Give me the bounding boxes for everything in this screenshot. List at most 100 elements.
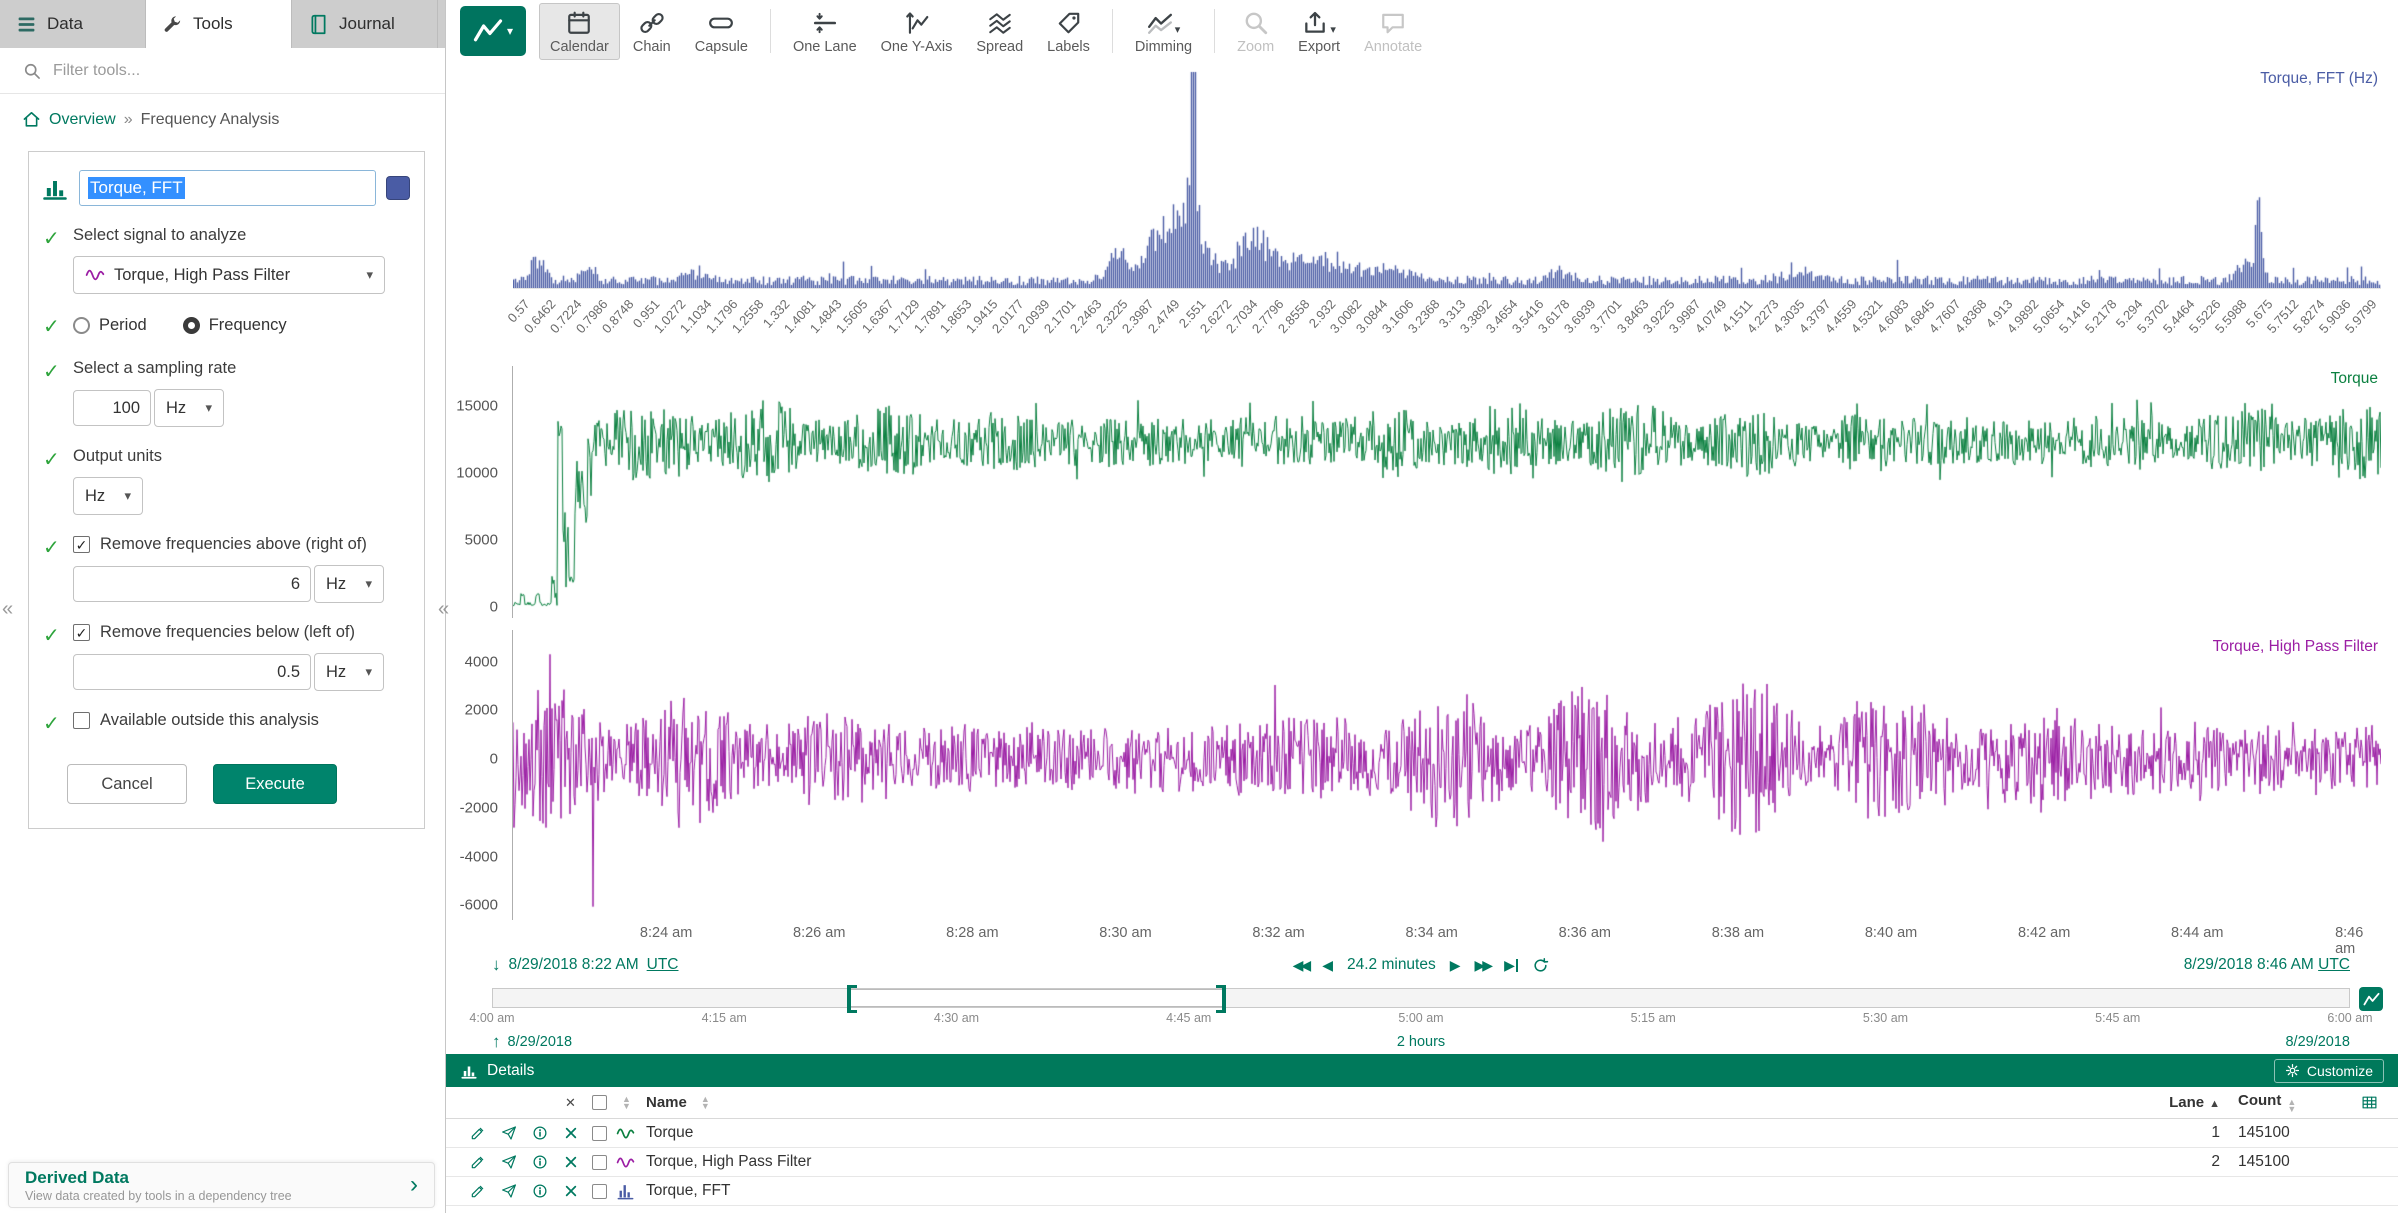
toolbar-spread-button[interactable]: Spread: [965, 3, 1034, 60]
result-name-input[interactable]: Torque, FFT: [79, 170, 376, 206]
step-back-much-icon[interactable]: ◀◀: [1293, 957, 1309, 974]
remove-below-input[interactable]: [73, 654, 311, 690]
execute-button[interactable]: Execute: [213, 764, 337, 804]
range-start-timezone[interactable]: UTC: [647, 956, 679, 974]
toolbar-labels-button[interactable]: Labels: [1036, 3, 1101, 60]
collapse-left-edge-handle[interactable]: «: [2, 598, 13, 621]
step-back-icon[interactable]: ◀: [1322, 957, 1333, 974]
scrubber-end-date[interactable]: 8/29/2018: [1445, 1034, 2350, 1050]
row-checkbox[interactable]: [586, 1184, 612, 1199]
checkbox-unchecked-icon: [592, 1126, 607, 1141]
step-to-end-icon[interactable]: ▶: [1504, 957, 1518, 974]
toolbar-one-y-axis-button[interactable]: One Y-Axis: [870, 3, 964, 60]
range-start-date[interactable]: 8/29/2018 8:22 AM: [509, 956, 639, 974]
edit-icon[interactable]: [462, 1125, 493, 1141]
toolbar-calendar-button[interactable]: Calendar: [539, 3, 620, 60]
arrow-up-icon[interactable]: ↑: [492, 1032, 501, 1052]
row-name[interactable]: Torque, High Pass Filter: [646, 1153, 2160, 1171]
range-end-timezone[interactable]: UTC: [2318, 956, 2350, 974]
refresh-icon[interactable]: [1532, 957, 1549, 974]
arrow-down-icon[interactable]: ↓: [492, 955, 501, 975]
collapse-sidebar-handle[interactable]: «: [438, 598, 449, 621]
row-name[interactable]: Torque: [646, 1124, 2160, 1142]
fft-chart-canvas[interactable]: [513, 62, 2381, 289]
send-icon[interactable]: [493, 1125, 524, 1141]
add-column-button[interactable]: [2340, 1094, 2398, 1111]
lane-column-header[interactable]: Lane▲: [2160, 1094, 2220, 1111]
scrubber-chart-chip-icon[interactable]: [2359, 987, 2383, 1011]
info-icon[interactable]: [524, 1154, 555, 1170]
scrubber-selected-range[interactable]: [849, 989, 1224, 1007]
remove-icon[interactable]: [555, 1183, 586, 1199]
remove-all-column-header[interactable]: ✕: [555, 1095, 586, 1111]
export-icon: [1302, 10, 1328, 36]
output-units-select[interactable]: Hz ▾: [73, 477, 143, 515]
hpf-chart-canvas[interactable]: [513, 630, 2381, 920]
tab-data[interactable]: Data: [0, 0, 146, 48]
scrubber-right-handle[interactable]: [1216, 985, 1226, 1013]
torque-y-axis-labels: 150001000050000: [446, 366, 506, 618]
edit-icon[interactable]: [462, 1154, 493, 1170]
remove-above-unit-select[interactable]: Hz ▾: [314, 565, 384, 603]
available-outside-checkbox-row[interactable]: Available outside this analysis: [73, 711, 410, 730]
scrubber-left-handle[interactable]: [847, 985, 857, 1013]
toolbar-export-button[interactable]: ▾Export: [1287, 3, 1351, 60]
count-column-header[interactable]: Count▲▼: [2220, 1092, 2340, 1113]
toolbar-chain-button[interactable]: Chain: [622, 3, 682, 60]
row-checkbox[interactable]: [586, 1126, 612, 1141]
derived-data-panel[interactable]: Derived Data View data created by tools …: [8, 1162, 435, 1208]
table-row[interactable]: Torque1145100: [446, 1119, 2398, 1148]
frequency-analysis-form: Torque, FFT ✓ Select signal to analyze T…: [28, 151, 425, 829]
row-name-label: Torque: [646, 1124, 693, 1142]
search-icon: [22, 61, 42, 81]
color-swatch-button[interactable]: [386, 176, 410, 200]
send-icon[interactable]: [493, 1183, 524, 1199]
customize-button[interactable]: Customize: [2274, 1059, 2384, 1083]
range-duration[interactable]: 24.2 minutes: [1347, 956, 1436, 974]
breadcrumb-overview-link[interactable]: Overview: [49, 111, 116, 129]
frequency-radio[interactable]: Frequency: [183, 316, 287, 335]
derived-data-title: Derived Data: [25, 1168, 410, 1188]
period-radio[interactable]: Period: [73, 316, 147, 335]
name-column-header[interactable]: Name ▲▼: [646, 1094, 2160, 1111]
remove-icon[interactable]: [555, 1154, 586, 1170]
step-forward-icon[interactable]: ▶: [1450, 957, 1461, 974]
output-units-label: Output units: [73, 447, 410, 466]
select-all-checkbox[interactable]: [586, 1095, 612, 1110]
scrubber-start-date[interactable]: 8/29/2018: [508, 1034, 573, 1050]
remove-above-checkbox-row[interactable]: ✓ Remove frequencies above (right of): [73, 535, 410, 554]
filter-tools-input[interactable]: [53, 62, 423, 80]
view-selector-button[interactable]: ▾: [460, 6, 526, 56]
remove-above-input[interactable]: [73, 566, 311, 602]
signal-select[interactable]: Torque, High Pass Filter ▾: [73, 256, 385, 294]
cancel-button[interactable]: Cancel: [67, 764, 187, 804]
row-name[interactable]: Torque, FFT: [646, 1182, 2160, 1200]
y-axis-tick-label: 4000: [465, 653, 498, 670]
send-icon[interactable]: [493, 1154, 524, 1170]
torque-chart-canvas[interactable]: [513, 366, 2381, 618]
scrubber-duration[interactable]: 2 hours: [1397, 1034, 1445, 1050]
remove-below-checkbox-row[interactable]: ✓ Remove frequencies below (left of): [73, 623, 410, 642]
home-icon[interactable]: [22, 110, 41, 129]
table-row[interactable]: Torque, FFT: [446, 1177, 2398, 1206]
info-icon[interactable]: [524, 1183, 555, 1199]
step-forward-much-icon[interactable]: ▶▶: [1475, 957, 1491, 974]
sampling-unit-select[interactable]: Hz ▾: [154, 389, 224, 427]
range-end-date[interactable]: 8/29/2018 8:46 AM: [2184, 956, 2314, 974]
info-icon[interactable]: [524, 1125, 555, 1141]
toolbar-capsule-button[interactable]: Capsule: [684, 3, 759, 60]
toolbar-one-lane-button[interactable]: One Lane: [782, 3, 868, 60]
sampling-rate-input[interactable]: [73, 390, 151, 426]
toolbar-dimming-button[interactable]: ▾Dimming: [1124, 3, 1203, 60]
row-lane: 1: [2160, 1124, 2220, 1142]
remove-icon[interactable]: [555, 1125, 586, 1141]
tab-journal[interactable]: Journal: [292, 0, 438, 48]
y-axis-tick-label: 2000: [465, 702, 498, 719]
selection-sort-button[interactable]: ▲▼: [612, 1096, 646, 1110]
scrubber-track[interactable]: [492, 988, 2350, 1008]
table-row[interactable]: Torque, High Pass Filter2145100: [446, 1148, 2398, 1177]
row-checkbox[interactable]: [586, 1155, 612, 1170]
remove-below-unit-select[interactable]: Hz ▾: [314, 653, 384, 691]
edit-icon[interactable]: [462, 1183, 493, 1199]
tab-tools[interactable]: Tools: [146, 0, 292, 48]
